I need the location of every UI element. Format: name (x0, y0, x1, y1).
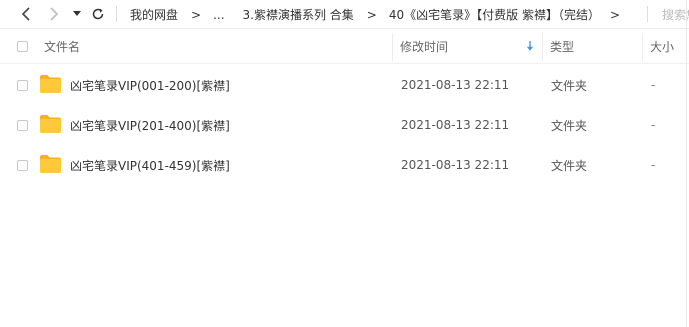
search-input[interactable]: 搜索您的文件 (652, 0, 689, 29)
column-header-modified[interactable]: 修改时间 (400, 30, 448, 63)
select-all-checkbox[interactable] (17, 41, 28, 52)
column-divider[interactable] (642, 33, 643, 61)
breadcrumb-item-current-folder[interactable]: 40《凶宅笔录》【付费版 紫襟】（完结） (389, 6, 600, 23)
back-button[interactable] (16, 4, 36, 24)
file-name[interactable]: 凶宅笔录VIP(401-459)[紫襟] (70, 145, 230, 185)
breadcrumb-separator: > (609, 7, 621, 22)
breadcrumb-separator: > (191, 7, 202, 22)
file-row[interactable]: 凶宅笔录VIP(401-459)[紫襟] 2021-08-13 22:11 文件… (0, 145, 689, 185)
breadcrumb-item-my-drive[interactable]: 我的网盘 (130, 6, 178, 23)
row-checkbox[interactable] (17, 120, 28, 131)
chevron-left-icon (21, 7, 30, 21)
breadcrumb: 我的网盘 > ... 3.紫襟演播系列 合集 > 40《凶宅笔录》【付费版 紫襟… (118, 0, 646, 29)
forward-button[interactable] (44, 4, 64, 24)
column-divider[interactable] (392, 33, 393, 61)
refresh-icon (92, 8, 104, 20)
navigation-bar: 我的网盘 > ... 3.紫襟演播系列 合集 > 40《凶宅笔录》【付费版 紫襟… (0, 0, 689, 29)
file-name[interactable]: 凶宅笔录VIP(001-200)[紫襟] (70, 65, 230, 105)
file-name[interactable]: 凶宅笔录VIP(201-400)[紫襟] (70, 105, 230, 145)
search-separator (647, 6, 648, 22)
breadcrumb-item-series[interactable]: 3.紫襟演播系列 合集 (243, 6, 354, 23)
file-row[interactable]: 凶宅笔录VIP(201-400)[紫襟] 2021-08-13 22:11 文件… (0, 105, 689, 145)
file-size: - (651, 118, 656, 132)
breadcrumb-item-ellipsis[interactable]: ... (213, 8, 224, 22)
chevron-right-icon (50, 7, 59, 21)
caret-down-icon (73, 11, 81, 16)
file-modified-time: 2021-08-13 22:11 (401, 78, 510, 92)
file-manager-window: 我的网盘 > ... 3.紫襟演播系列 合集 > 40《凶宅笔录》【付费版 紫襟… (0, 0, 689, 327)
history-dropdown-button[interactable] (70, 4, 84, 24)
sort-down-arrow-icon[interactable] (526, 41, 534, 52)
file-modified-time: 2021-08-13 22:11 (401, 118, 510, 132)
file-list: 凶宅笔录VIP(001-200)[紫襟] 2021-08-13 22:11 文件… (0, 65, 689, 185)
breadcrumb-separator: > (366, 7, 377, 22)
file-size: - (651, 158, 656, 172)
file-type: 文件夹 (551, 118, 588, 133)
row-checkbox[interactable] (17, 80, 28, 91)
refresh-button[interactable] (88, 4, 108, 24)
file-modified-time: 2021-08-13 22:11 (401, 158, 510, 172)
right-edge-divider (686, 0, 687, 327)
nav-separator (116, 6, 117, 22)
row-checkbox[interactable] (17, 160, 28, 171)
file-type: 文件夹 (551, 78, 588, 93)
column-header-size[interactable]: 大小 (650, 30, 674, 63)
column-header-name[interactable]: 文件名 (44, 30, 80, 63)
search-placeholder: 搜索您的文件 (662, 8, 689, 22)
column-divider[interactable] (542, 33, 543, 61)
file-row[interactable]: 凶宅笔录VIP(001-200)[紫襟] 2021-08-13 22:11 文件… (0, 65, 689, 105)
folder-icon (40, 115, 61, 133)
folder-icon (40, 155, 61, 173)
column-header-type[interactable]: 类型 (550, 30, 574, 63)
file-type: 文件夹 (551, 158, 588, 173)
folder-icon (40, 75, 61, 93)
file-size: - (651, 78, 656, 92)
file-list-header: 文件名 修改时间 类型 大小 (0, 30, 689, 64)
